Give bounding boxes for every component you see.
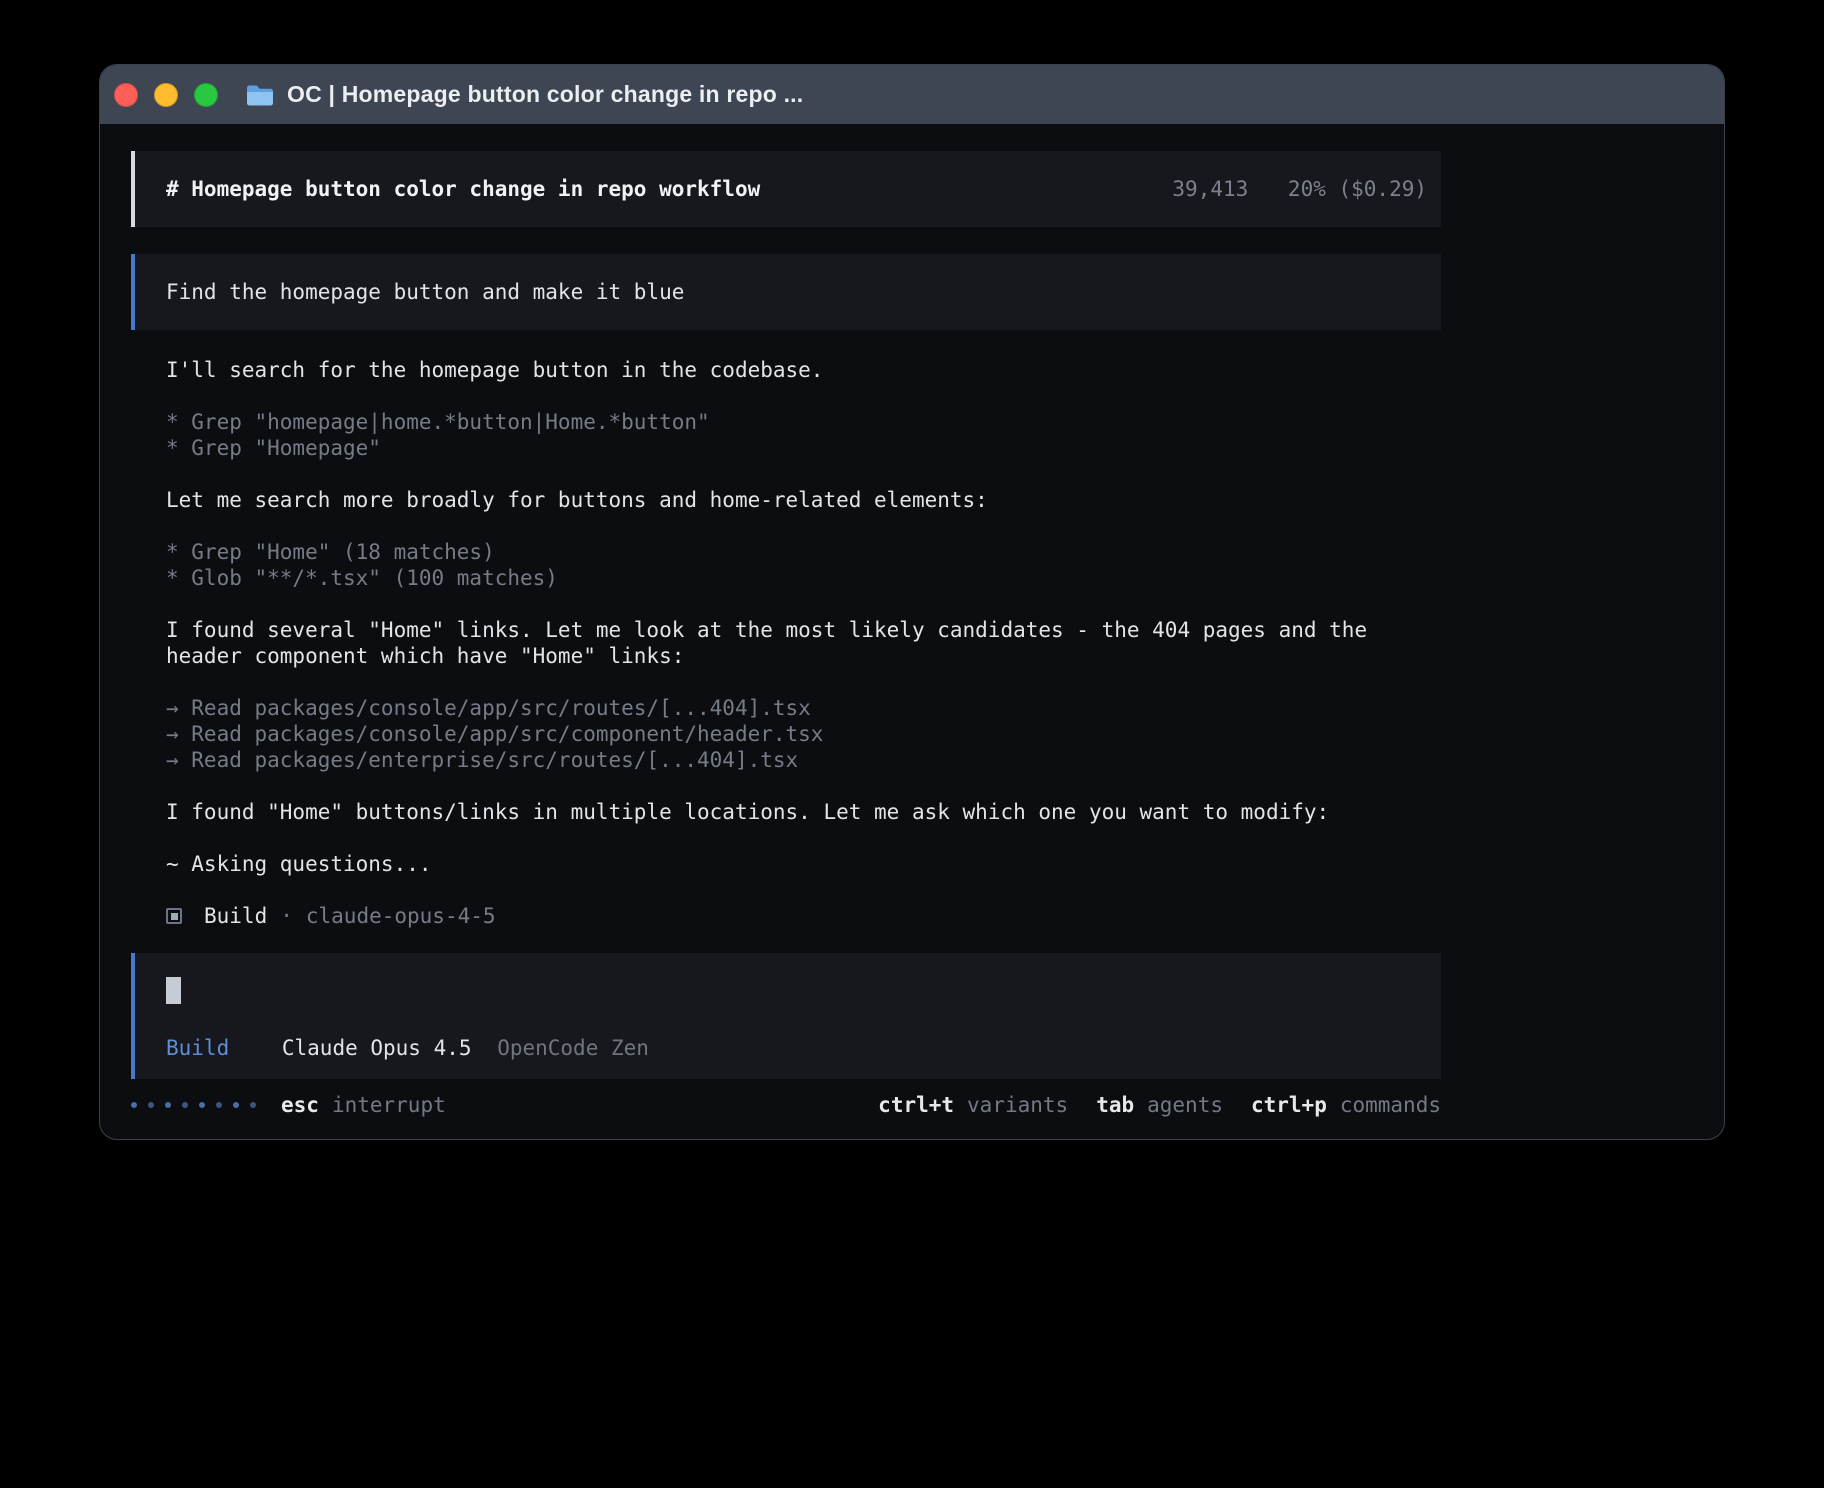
assistant-text: I found several "Home" links. Let me loo… xyxy=(131,617,1371,669)
tab-key-hint: tab xyxy=(1096,1092,1134,1118)
esc-key-hint: esc xyxy=(281,1092,319,1118)
separator-dot-icon: · xyxy=(280,903,293,929)
commands-label: commands xyxy=(1340,1092,1441,1118)
statusbar-right: ctrl+t variants tab agents ctrl+p comman… xyxy=(878,1092,1441,1118)
agent-name: Build xyxy=(204,903,267,929)
model-label: Claude Opus 4.5 xyxy=(282,1036,472,1060)
agent-row: Build · claude-opus-4-5 xyxy=(131,903,1441,929)
input-line xyxy=(166,977,1427,1010)
shortcut-commands: ctrl+p commands xyxy=(1251,1092,1441,1118)
provider-label: OpenCode Zen xyxy=(497,1036,649,1060)
input-status-bar: Build Claude Opus 4.5 OpenCode Zen xyxy=(166,1035,1427,1061)
ctrl-t-key-hint: ctrl+t xyxy=(878,1092,954,1118)
tool-call-glob: * Glob "**/*.tsx" (100 matches) xyxy=(131,565,1441,591)
close-button[interactable] xyxy=(114,83,138,107)
tool-call-read: → Read packages/enterprise/src/routes/[.… xyxy=(131,747,1441,773)
minimize-button[interactable] xyxy=(154,83,178,107)
tool-call-grep: * Grep "homepage|home.*button|Home.*butt… xyxy=(131,409,1441,435)
session-title: # Homepage button color change in repo w… xyxy=(166,176,760,202)
tool-call-grep: * Grep "Homepage" xyxy=(131,435,1441,461)
assistant-text: Let me search more broadly for buttons a… xyxy=(131,487,1441,513)
agent-mode-label: Build xyxy=(166,1036,229,1060)
folder-icon xyxy=(246,84,273,106)
esc-action-label: interrupt xyxy=(332,1092,446,1118)
statusbar: esc interrupt ctrl+t variants tab agents… xyxy=(131,1092,1441,1118)
zoom-button[interactable] xyxy=(194,83,218,107)
ctrl-p-key-hint: ctrl+p xyxy=(1251,1092,1327,1118)
titlebar[interactable]: OC | Homepage button color change in rep… xyxy=(100,65,1724,124)
agents-label: agents xyxy=(1147,1092,1223,1118)
window-title: OC | Homepage button color change in rep… xyxy=(287,81,803,108)
user-message-text: Find the homepage button and make it blu… xyxy=(166,280,684,304)
user-message: Find the homepage button and make it blu… xyxy=(131,254,1441,330)
prompt-input[interactable]: Build Claude Opus 4.5 OpenCode Zen xyxy=(131,953,1441,1079)
agent-icon xyxy=(166,908,182,924)
agent-model: claude-opus-4-5 xyxy=(306,903,496,929)
shortcut-agents: tab agents xyxy=(1096,1092,1223,1118)
session-stats: 39,413 20% ($0.29) xyxy=(1172,176,1427,202)
asking-questions-status: ~ Asking questions... xyxy=(131,851,1441,877)
spinner-dots-icon xyxy=(131,1102,256,1108)
text-cursor xyxy=(166,977,181,1004)
session-content: # Homepage button color change in repo w… xyxy=(131,151,1441,1118)
assistant-text: I found "Home" buttons/links in multiple… xyxy=(131,799,1441,825)
tool-call-group: * Grep "homepage|home.*button|Home.*butt… xyxy=(131,409,1441,461)
tool-call-read: → Read packages/console/app/src/routes/[… xyxy=(131,695,1441,721)
tool-call-grep: * Grep "Home" (18 matches) xyxy=(131,539,1441,565)
traffic-lights xyxy=(114,83,218,107)
statusbar-left: esc interrupt xyxy=(131,1092,446,1118)
terminal-window: OC | Homepage button color change in rep… xyxy=(99,64,1725,1140)
tool-call-group: * Grep "Home" (18 matches) * Glob "**/*.… xyxy=(131,539,1441,591)
tool-call-group: → Read packages/console/app/src/routes/[… xyxy=(131,695,1441,773)
assistant-text: I'll search for the homepage button in t… xyxy=(131,357,1441,383)
context-cost: 20% ($0.29) xyxy=(1288,177,1427,201)
token-count: 39,413 xyxy=(1172,177,1248,201)
tool-call-read: → Read packages/console/app/src/componen… xyxy=(131,721,1441,747)
variants-label: variants xyxy=(967,1092,1068,1118)
session-header: # Homepage button color change in repo w… xyxy=(131,151,1441,227)
shortcut-variants: ctrl+t variants xyxy=(878,1092,1068,1118)
